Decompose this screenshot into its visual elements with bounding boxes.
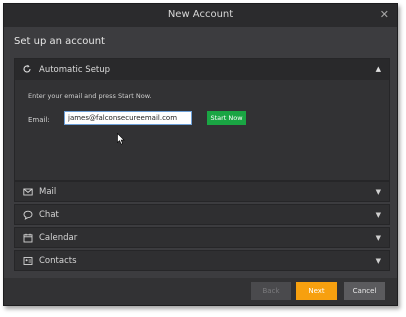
envelope-icon xyxy=(23,188,33,196)
new-account-dialog: New Account ✕ Set up an account Automati… xyxy=(3,3,398,306)
back-button[interactable]: Back xyxy=(251,282,291,300)
section-contacts[interactable]: Contacts ▼ xyxy=(14,250,390,271)
email-label: Email: xyxy=(28,116,50,124)
automatic-setup-section: Automatic Setup ▲ Enter your email and p… xyxy=(14,58,390,181)
chat-bubble-icon xyxy=(23,210,33,220)
dialog-footer: Back Next Cancel xyxy=(4,278,397,305)
cancel-button[interactable]: Cancel xyxy=(344,282,385,300)
setup-instruction: Enter your email and press Start Now. xyxy=(28,92,152,100)
page-heading: Set up an account xyxy=(14,36,105,47)
refresh-icon xyxy=(23,64,31,73)
start-now-button[interactable]: Start Now xyxy=(207,111,246,125)
section-mail[interactable]: Mail ▼ xyxy=(14,181,390,202)
next-button[interactable]: Next xyxy=(296,282,337,300)
contacts-card-icon xyxy=(23,257,33,265)
section-chat-label: Chat xyxy=(39,210,59,220)
chevron-down-icon: ▼ xyxy=(375,234,381,242)
section-mail-label: Mail xyxy=(39,187,57,197)
close-icon[interactable]: ✕ xyxy=(380,8,389,21)
automatic-setup-label: Automatic Setup xyxy=(39,65,111,75)
chevron-down-icon: ▼ xyxy=(375,257,381,265)
email-input[interactable] xyxy=(64,111,192,125)
chevron-down-icon: ▼ xyxy=(375,211,381,219)
automatic-setup-header[interactable]: Automatic Setup ▲ xyxy=(15,59,389,80)
section-chat[interactable]: Chat ▼ xyxy=(14,204,390,225)
mouse-pointer-icon xyxy=(117,133,125,145)
calendar-icon xyxy=(23,233,33,243)
chevron-up-icon: ▲ xyxy=(375,65,381,73)
title-bar: New Account ✕ xyxy=(4,4,397,27)
section-calendar-label: Calendar xyxy=(39,233,78,243)
section-calendar[interactable]: Calendar ▼ xyxy=(14,227,390,248)
window-title: New Account xyxy=(167,9,234,20)
chevron-down-icon: ▼ xyxy=(375,188,381,196)
section-contacts-label: Contacts xyxy=(39,256,77,266)
